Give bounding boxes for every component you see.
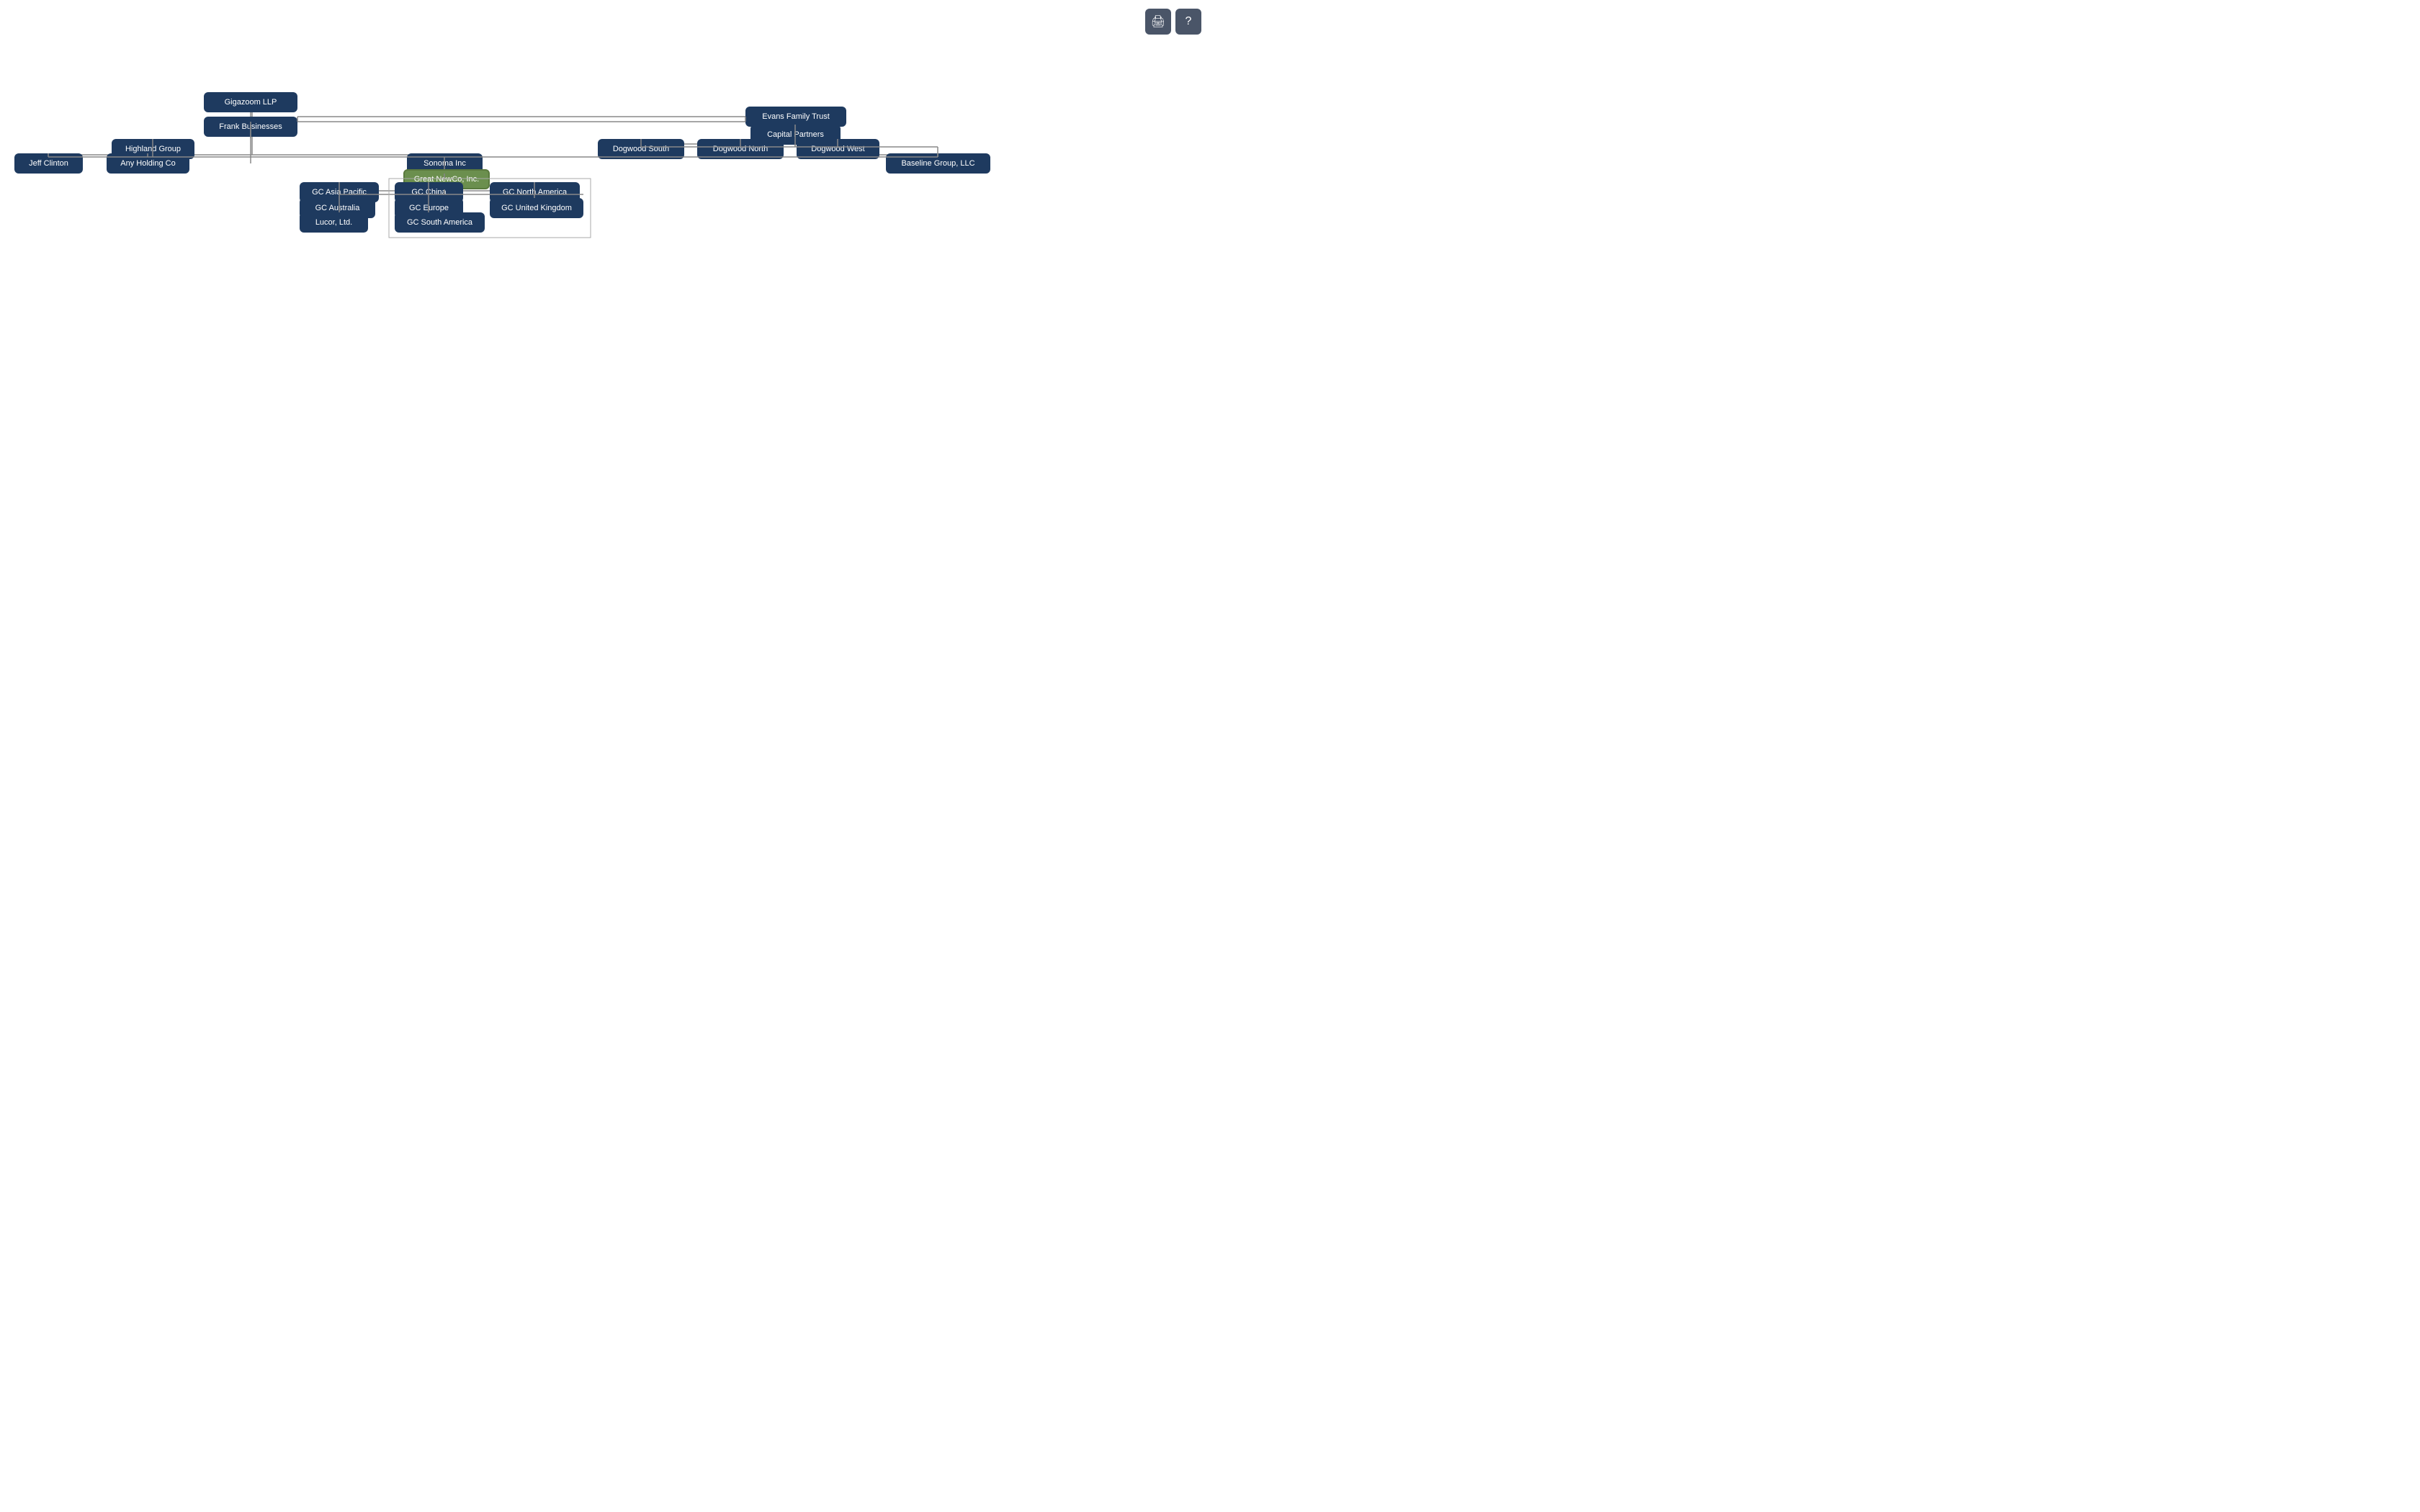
node-evans-family-trust[interactable]: Evans Family Trust (745, 107, 846, 127)
node-frank-businesses[interactable]: Frank Businesses (204, 117, 297, 137)
node-dogwood-north[interactable]: Dogwood North (697, 139, 784, 159)
node-gc-united-kingdom[interactable]: GC United Kingdom (490, 198, 583, 218)
node-jeff-clinton[interactable]: Jeff Clinton (14, 153, 83, 174)
node-gc-south-america[interactable]: GC South America (395, 212, 485, 233)
node-dogwood-south[interactable]: Dogwood South (598, 139, 684, 159)
node-gigazoom[interactable]: Gigazoom LLP (204, 92, 297, 112)
node-dogwood-west[interactable]: Dogwood West (797, 139, 879, 159)
node-any-holding-co[interactable]: Any Holding Co (107, 153, 189, 174)
node-lucor-ltd[interactable]: Lucor, Ltd. (300, 212, 368, 233)
node-baseline-group[interactable]: Baseline Group, LLC (886, 153, 990, 174)
org-chart: Gigazoom LLP Frank Businesses Evans Fami… (0, 0, 1210, 756)
